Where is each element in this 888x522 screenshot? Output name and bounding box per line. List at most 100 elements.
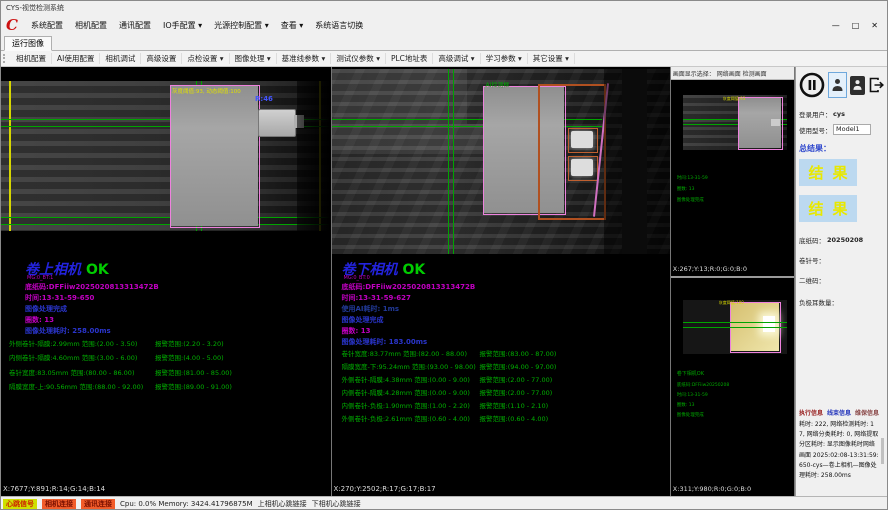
menu-system-config[interactable]: 系统配置	[25, 18, 69, 33]
measure-text: 卷针宽度:83.05mm 范围:(80.00 - 86.00)	[9, 369, 134, 377]
cell-code: 底纸码:DFFiiw2025020813313472B	[25, 282, 159, 292]
green-measure-line	[453, 69, 454, 254]
alarm-range: 报警范围:(1.10 - 2.10)	[480, 400, 549, 410]
tool-camera-debug[interactable]: 相机调试	[100, 53, 141, 64]
login-user-label: 登录用户：	[799, 109, 833, 119]
neg-tab-count-label: 负极耳数量：	[799, 297, 838, 307]
thumb1-pixel-coord: X:267;Y:13;R:0;G:0;B:0	[673, 265, 747, 273]
thumb-info-line: 底纸码:DFFiiw20250208	[677, 382, 729, 388]
measure-text: 内侧卷针-隔膜:4.60mm 范围:(3.00 - 6.00)	[9, 354, 137, 362]
tab-harness-info[interactable]: 线束信息	[827, 408, 851, 417]
camera2-image[interactable]: AI检测框	[332, 69, 671, 254]
sidebar: 登录用户： cys 使用型号： Model1 总结果： 结果 结果 底纸码： 2…	[795, 67, 887, 496]
toolbar: 相机配置 AI使用配置 相机调试 高级设置 点检设置 ▾ 图像处理 ▾ 基准线参…	[1, 51, 887, 67]
cpu-memory-status: Cpu: 0.0% Memory: 3424.41796875M	[120, 500, 253, 508]
measurement-row: 外侧卷针-负极:2.61mm 范围:(0.60 - 4.00) 报警范围:(0.…	[342, 413, 668, 423]
scene-shadow	[604, 69, 671, 254]
thumbnail-camera2[interactable]: 灰度阈值:100 卷下相机OK 底纸码:DFFiiw20250208 时间:13…	[671, 278, 794, 496]
processing-elapsed: 图像处理耗时: 183.00ms	[342, 337, 428, 347]
tool-plc-address[interactable]: PLC地址表	[386, 53, 433, 64]
needle-no-row: 卷针号：	[799, 255, 884, 265]
minimize-icon[interactable]: —	[832, 21, 840, 30]
tool-learning-params[interactable]: 学习参数 ▾	[481, 53, 528, 64]
comm-connection-badge: 通讯连接	[81, 499, 115, 509]
log-text: 耗时: 222, 网络检测耗时: 17, 网络分类耗时: 0, 网络提取分区耗时…	[799, 421, 879, 479]
ai-elapsed: 使用AI耗时: 1ms	[342, 304, 400, 314]
log-scrollbar[interactable]	[881, 438, 884, 464]
model-select[interactable]: Model1	[833, 124, 871, 135]
green-measure-line	[448, 69, 449, 254]
alarm-range: 报警范围:(2.00 - 77.00)	[480, 374, 553, 384]
menu-view[interactable]: 查看 ▾	[275, 18, 310, 33]
display-mode-selector[interactable]: 画面显示选择： 网络画面 检测画面	[671, 67, 794, 80]
thumbnail-camera1[interactable]: 灰度阈值:93 时间:13-31-59 圈数: 13 图像处理完成 X:267;…	[671, 80, 794, 276]
menu-comm-config[interactable]: 通讯配置	[113, 18, 157, 33]
cell-code-value: 20250208	[827, 236, 863, 244]
toolbar-grip[interactable]	[3, 54, 7, 63]
tool-tester-params[interactable]: 测试仪参数 ▾	[331, 53, 386, 64]
login-user-button[interactable]	[828, 72, 847, 98]
lower-camera-heartbeat: 下相机心跳链接	[312, 499, 361, 509]
measure-text: 隔膜宽度-上:90.56mm 范围:(88.00 - 92.00)	[9, 383, 143, 391]
tab-detect-box	[568, 128, 598, 153]
measure-text: 外侧卷针-负极:2.61mm 范围:(0.60 - 4.00)	[342, 415, 470, 423]
qrcode-label: 二维码：	[799, 275, 825, 285]
scene-shadow	[297, 81, 332, 231]
exit-icon	[869, 77, 884, 93]
statusbar: 心跳信号 相机连接 通讯连接 Cpu: 0.0% Memory: 3424.41…	[1, 496, 887, 510]
thumb-info-line: 时间:13-31-59	[677, 392, 708, 398]
tool-image-processing[interactable]: 图像处理 ▾	[230, 53, 277, 64]
camera1-panel[interactable]: 灰度阈值:93, 动态阈值:100 R:46 卷上相机OK MG:0_BT:1 …	[1, 67, 332, 496]
r-value-label: R:46	[255, 95, 273, 103]
tool-other-settings[interactable]: 其它设置 ▾	[528, 53, 575, 64]
thumb2-image: 灰度阈值:100	[683, 300, 787, 354]
measurement-row: 外侧卷针-隔膜:4.38mm 范围:(0.00 - 9.00) 报警范围:(2.…	[342, 374, 668, 384]
menu-light-config[interactable]: 光源控制配置 ▾	[208, 18, 275, 33]
measurement-row: 卷针宽度:83.77mm 范围:(82.00 - 88.00) 报警范围:(83…	[342, 348, 668, 358]
tool-advanced-settings[interactable]: 高级设置	[141, 53, 182, 64]
tab-exec-info[interactable]: 执行信息	[799, 408, 823, 417]
connector-part	[258, 109, 296, 137]
turn-count: 圈数: 13	[25, 315, 54, 325]
connector-part	[771, 119, 780, 126]
alarm-range: 报警范围:(0.60 - 4.00)	[480, 413, 549, 423]
exit-button[interactable]	[868, 76, 884, 94]
pause-button[interactable]	[799, 72, 825, 98]
menu-camera-config[interactable]: 相机配置	[69, 18, 113, 33]
operator-button[interactable]	[850, 76, 865, 95]
measure-text: 隔膜宽度-下:95.24mm 范围:(93.00 - 98.00)	[342, 363, 476, 371]
qrcode-row: 二维码：	[799, 275, 884, 285]
tab-maintenance-info[interactable]: 维保信息	[855, 408, 879, 417]
result-display-1: 结果	[799, 159, 857, 186]
tool-advanced-debug[interactable]: 高级调试 ▾	[433, 53, 480, 64]
close-icon[interactable]: ✕	[871, 21, 878, 30]
camera1-image[interactable]: 灰度阈值:93, 动态阈值:100 R:46	[1, 81, 332, 231]
thumb-info-line: 圈数: 13	[677, 402, 695, 408]
measure-text: 外侧卷针-隔膜:2.99mm 范围:(2.00 - 3.50)	[9, 340, 137, 348]
threshold-annotation: 灰度阈值:93	[723, 96, 745, 102]
measure-text: 外侧卷针-隔膜:4.38mm 范围:(0.00 - 9.00)	[342, 376, 470, 384]
app-window: CYS-视觉检测系统 C 系统配置 相机配置 通讯配置 IO手配置 ▾ 光源控制…	[0, 0, 888, 510]
menu-io-config[interactable]: IO手配置 ▾	[157, 18, 208, 33]
menu-language-switch[interactable]: 系统语言切换	[309, 18, 369, 33]
camera2-ok-status: OK	[403, 262, 426, 278]
processing-elapsed: 图像处理耗时: 258.00ms	[25, 326, 111, 336]
result-display-2: 结果	[799, 195, 857, 222]
main-area: 灰度阈值:93, 动态阈值:100 R:46 卷上相机OK MG:0_BT:1 …	[1, 67, 887, 496]
tool-ai-config[interactable]: AI使用配置	[52, 53, 100, 64]
ai-detect-label: AI检测框	[486, 80, 510, 89]
measurement-row: 内侧卷针-负极:1.90mm 范围:(1.00 - 2.20) 报警范围:(1.…	[342, 400, 668, 410]
menubar: C 系统配置 相机配置 通讯配置 IO手配置 ▾ 光源控制配置 ▾ 查看 ▾ 系…	[1, 15, 887, 36]
tab-run-image[interactable]: 运行图像	[4, 36, 52, 51]
camera1-ok-status: OK	[86, 262, 109, 278]
thumb-info-line: 时间:13-31-59	[677, 175, 708, 181]
tool-spot-check[interactable]: 点检设置 ▾	[182, 53, 229, 64]
maximize-icon[interactable]: □	[852, 21, 860, 30]
tool-camera-config[interactable]: 相机配置	[11, 53, 52, 64]
measure-text: 卷针宽度:83.77mm 范围:(82.00 - 88.00)	[342, 350, 467, 358]
machine-structure	[332, 124, 484, 154]
measurement-row: 内侧卷针-隔膜:4.60mm 范围:(3.00 - 6.00) 报警范围:(4.…	[9, 352, 329, 362]
processing-done: 图像处理完成	[342, 315, 384, 325]
camera2-panel[interactable]: AI检测框 卷下相机OK MG:0_BT:0 底纸码:DFFiiw2025020…	[332, 67, 671, 496]
tool-baseline-params[interactable]: 基准线参数 ▾	[277, 53, 332, 64]
